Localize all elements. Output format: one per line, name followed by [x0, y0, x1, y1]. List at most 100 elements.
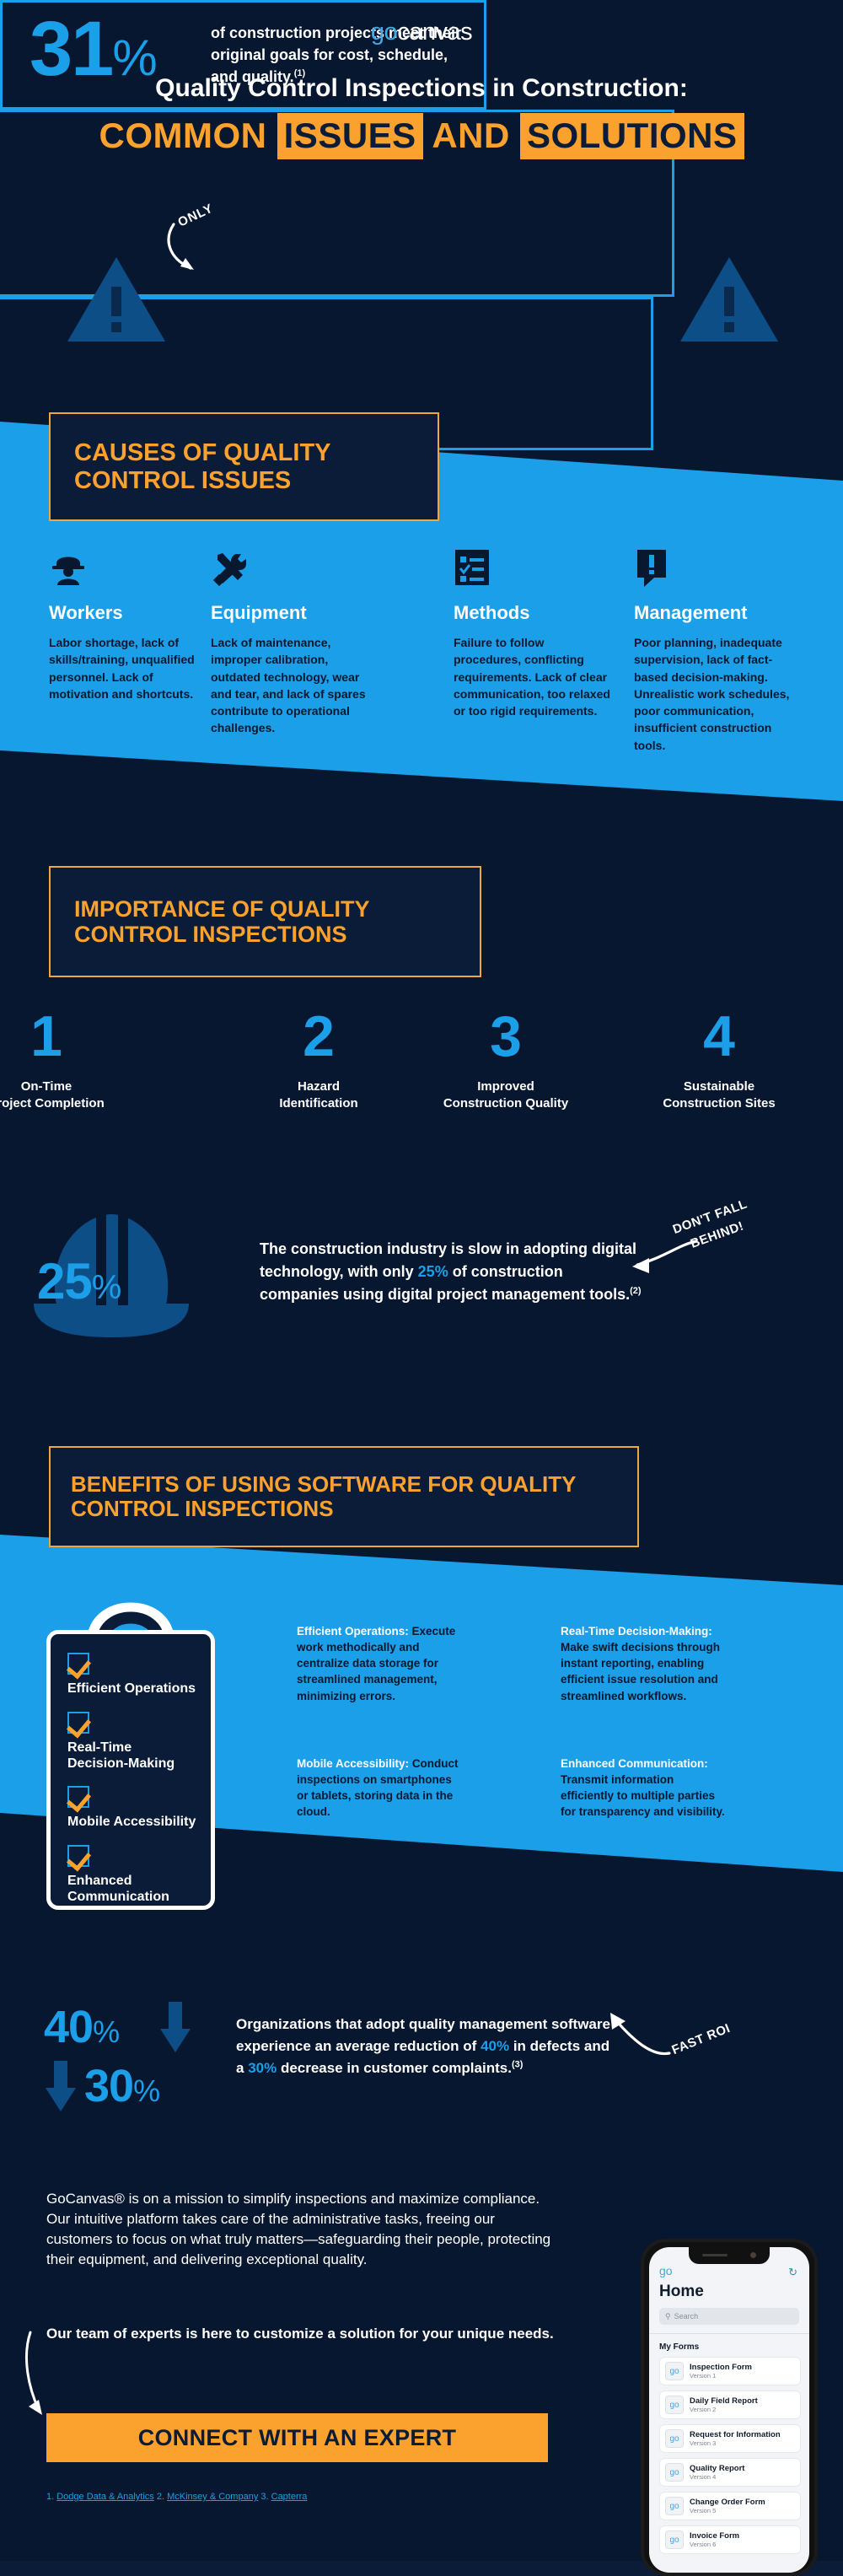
connect-with-expert-button[interactable]: CONNECT WITH AN EXPERT	[46, 2413, 548, 2462]
form-go-icon: go	[665, 2530, 684, 2549]
phone-form-name: Quality Report	[690, 2463, 745, 2473]
phone-form-version: Version 3	[690, 2439, 717, 2448]
benefit-mobile-accessibility: Mobile Accessibility: Conduct inspection…	[297, 1756, 461, 1820]
phone-form-row[interactable]: go Invoice Form Version 6	[659, 2525, 801, 2554]
stat-25-description: The construction industry is slow in ado…	[260, 1238, 644, 1306]
footnote-link-mckinsey[interactable]: McKinsey & Company	[167, 2492, 258, 2502]
title-solutions: SOLUTIONS	[520, 113, 744, 159]
importance-item-2: 2 Hazard Identification	[234, 1008, 403, 1111]
checklist-item-4[interactable]: Enhanced Communication	[67, 1845, 169, 1905]
warning-triangle-right-icon	[680, 257, 778, 341]
benefit-body-2: Make swift decisions through instant rep…	[561, 1641, 721, 1702]
benefit-enhanced-communication: Enhanced Communication: Transmit informa…	[561, 1756, 725, 1820]
stat-30-number: 30%	[84, 2063, 160, 2109]
cause-card-equipment: Equipment Lack of maintenance, improper …	[211, 548, 371, 737]
benefit-body-4: Transmit information efficiently to mult…	[561, 1773, 725, 1819]
warning-triangle-left-icon	[67, 257, 165, 341]
phone-mockup: go ↻ Home ⚲ Search My Forms go Inspectio…	[641, 2239, 818, 2576]
phone-body: go ↻ Home ⚲ Search My Forms go Inspectio…	[641, 2239, 818, 2576]
checklist-item-3[interactable]: Mobile Accessibility	[67, 1786, 196, 1830]
importance-label-4: Sustainable Construction Sites	[663, 1079, 776, 1111]
benefit-title-3: Mobile Accessibility:	[297, 1757, 410, 1770]
benefit-title-1: Efficient Operations:	[297, 1625, 409, 1638]
footnote-link-dodge[interactable]: Dodge Data & Analytics	[56, 2492, 154, 2502]
phone-form-row[interactable]: go Inspection Form Version 1	[659, 2357, 801, 2385]
stat-25-number: 25%	[37, 1256, 121, 1307]
stat-30-percent-sign: %	[133, 2073, 160, 2108]
checklist-icon	[454, 548, 614, 587]
benefits-heading-text: BENEFITS OF USING SOFTWARE FOR QUALITY C…	[71, 1471, 576, 1521]
phone-notch	[689, 2247, 770, 2264]
refresh-icon[interactable]: ↻	[788, 2266, 797, 2279]
cause-card-management: Management Poor planning, inadequate sup…	[634, 548, 794, 754]
page-subtitle: Quality Control Inspections in Construct…	[155, 74, 688, 102]
phone-form-name: Inspection Form	[690, 2362, 752, 2372]
checkbox-checked-icon[interactable]	[67, 1653, 89, 1675]
phone-form-version: Version 6	[690, 2541, 717, 2549]
cause-title-methods: Methods	[454, 602, 530, 623]
checklist-label-3: Mobile Accessibility	[67, 1815, 196, 1829]
checkbox-checked-icon[interactable]	[67, 1786, 89, 1808]
closing-paragraph-2: Our team of experts is here to customize…	[46, 2326, 554, 2342]
benefit-realtime-decision-making: Real-Time Decision-Making: Make swift de…	[561, 1623, 725, 1704]
checklist-item-2[interactable]: Real-Time Decision-Making	[67, 1712, 175, 1772]
phone-go-logo: go	[659, 2264, 673, 2278]
down-arrow-40-icon	[160, 2002, 191, 2052]
stat-25-percent-sign: %	[91, 1269, 122, 1306]
importance-label-1: On-Time Project Completion	[0, 1079, 105, 1111]
phone-section-label: My Forms	[659, 2342, 700, 2352]
page-title: COMMON ISSUES AND SOLUTIONS	[0, 113, 843, 159]
importance-item-3: 3 Improved Construction Quality	[422, 1008, 590, 1111]
footnote-link-capterra[interactable]: Capterra	[271, 2492, 308, 2502]
checklist-label-1: Efficient Operations	[67, 1681, 196, 1696]
checkbox-checked-icon[interactable]	[67, 1845, 89, 1867]
phone-speaker	[702, 2254, 728, 2256]
phone-form-version: Version 4	[690, 2473, 717, 2482]
benefit-title-4: Enhanced Communication:	[561, 1757, 708, 1770]
cause-title-equipment: Equipment	[211, 602, 307, 623]
stat-40-value: 40	[44, 2002, 94, 2052]
gocanvas-logo: gocanvas	[0, 19, 843, 46]
causes-heading-box: CAUSES OF QUALITY CONTROL ISSUES	[49, 412, 439, 521]
cause-title-workers: Workers	[49, 602, 123, 623]
phone-form-name: Daily Field Report	[690, 2396, 758, 2406]
phone-form-row[interactable]: go Request for Information Version 3	[659, 2424, 801, 2453]
logo-canvas-text: canvas	[397, 19, 473, 46]
title-and: AND	[432, 116, 510, 155]
phone-search-input[interactable]: ⚲ Search	[659, 2308, 799, 2325]
clipboard-checklist: Efficient Operations Real-Time Decision-…	[46, 1602, 215, 1910]
infographic-page: gocanvas Quality Control Inspections in …	[0, 0, 843, 2576]
fast-roi-callout: FAST ROI	[669, 2020, 733, 2058]
checkbox-checked-icon[interactable]	[67, 1712, 89, 1734]
phone-form-row[interactable]: go Daily Field Report Version 2	[659, 2390, 801, 2419]
importance-item-1: 1 On-Time Project Completion	[0, 1008, 131, 1111]
cause-body-equipment: Lack of maintenance, improper calibratio…	[211, 636, 366, 735]
stat-40-number: 40%	[44, 2002, 120, 2052]
phone-form-row[interactable]: go Quality Report Version 4	[659, 2458, 801, 2487]
phone-page-title: Home	[659, 2283, 704, 2300]
importance-number-3: 3	[490, 1004, 522, 1068]
footnotes-row: 1. Dodge Data & Analytics 2. McKinsey & …	[46, 2492, 307, 2502]
benefits-heading-box: BENEFITS OF USING SOFTWARE FOR QUALITY C…	[49, 1446, 639, 1547]
phone-form-version: Version 2	[690, 2406, 717, 2414]
stat-4030-footnote-ref: (3)	[511, 2059, 524, 2069]
stat-25-highlight: 25%	[417, 1263, 448, 1280]
checklist-item-1[interactable]: Efficient Operations	[67, 1653, 196, 1697]
stat-40-percent-sign: %	[93, 2014, 120, 2049]
stat-4030-hl40: 40%	[481, 2037, 510, 2054]
stat-25-value: 25	[37, 1253, 93, 1310]
exclamation-speech-bubble-icon	[634, 548, 794, 587]
stat-4030-hl30: 30%	[248, 2059, 277, 2076]
cta-curved-arrow-icon	[24, 2331, 42, 2415]
cause-title-management: Management	[634, 602, 748, 623]
phone-form-row[interactable]: go Change Order Form Version 5	[659, 2492, 801, 2520]
title-issues: ISSUES	[277, 113, 423, 159]
dont-fall-curved-arrow-icon	[632, 1240, 698, 1273]
importance-heading-box: IMPORTANCE OF QUALITY CONTROL INSPECTION…	[49, 866, 481, 977]
importance-number-1: 1	[30, 1004, 62, 1068]
fast-roi-curved-arrow-icon	[610, 2013, 671, 2056]
phone-form-name: Invoice Form	[690, 2530, 740, 2541]
phone-camera	[750, 2252, 756, 2258]
checklist-label-4: Enhanced Communication	[67, 1874, 169, 1905]
form-go-icon: go	[665, 2497, 684, 2515]
